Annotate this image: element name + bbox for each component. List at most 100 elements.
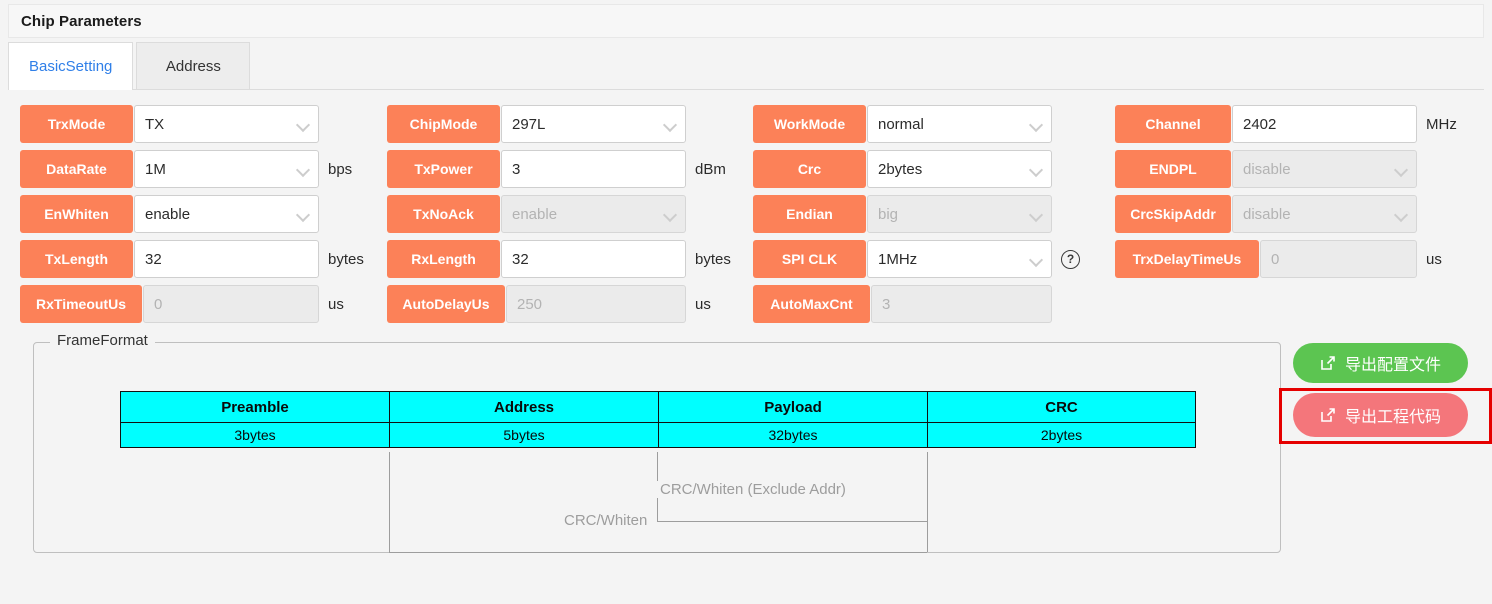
field-trxdelaytimeus-unit: us xyxy=(1426,250,1442,268)
field-txpower-input[interactable]: 3 xyxy=(501,150,686,188)
field-rxlength: RxLength 32 bytes xyxy=(387,240,731,278)
field-workmode: WorkMode normal xyxy=(753,105,1052,143)
frameformat-size-crc: 2bytes xyxy=(927,422,1196,448)
chevron-down-icon xyxy=(1030,163,1043,176)
field-workmode-value: normal xyxy=(878,115,924,133)
field-spiclk-value: 1MHz xyxy=(878,250,918,268)
field-datarate-select[interactable]: 1M xyxy=(134,150,319,188)
frameformat-size-preamble: 3bytes xyxy=(120,422,390,448)
frameformat-col-crc: CRC xyxy=(927,391,1196,423)
field-chipmode: ChipMode 297L xyxy=(387,105,686,143)
field-crc-select[interactable]: 2bytes xyxy=(867,150,1052,188)
field-spiclk: SPI CLK 1MHz ? xyxy=(753,240,1080,278)
field-txnoack-select[interactable]: enable xyxy=(501,195,686,233)
tab-basicsetting[interactable]: BasicSetting xyxy=(8,42,134,90)
field-automaxcnt-input[interactable]: 3 xyxy=(871,285,1052,323)
tab-address-label: Address xyxy=(165,57,221,75)
frameformat-size-address: 5bytes xyxy=(389,422,659,448)
field-rxtimeoutus-unit: us xyxy=(328,295,344,313)
field-crc-label: Crc xyxy=(753,150,866,188)
field-txlength-label: TxLength xyxy=(20,240,133,278)
field-rxlength-value: 32 xyxy=(512,250,529,268)
export-config-button[interactable]: 导出配置文件 xyxy=(1293,343,1468,383)
export-icon xyxy=(1320,355,1336,371)
field-trxmode-select[interactable]: TX xyxy=(134,105,319,143)
field-rxtimeoutus-label: RxTimeoutUs xyxy=(20,285,142,323)
frameformat-table: Preamble Address Payload CRC 3bytes 5byt… xyxy=(120,391,1196,448)
field-enwhiten-select[interactable]: enable xyxy=(134,195,319,233)
tab-basicsetting-label: BasicSetting xyxy=(29,57,113,75)
field-crcskipaddr-select[interactable]: disable xyxy=(1232,195,1417,233)
export-code-button[interactable]: 导出工程代码 xyxy=(1293,393,1468,437)
field-autodelayus-value: 250 xyxy=(517,295,543,313)
field-channel-input[interactable]: 2402 xyxy=(1232,105,1417,143)
table-row-sizes: 3bytes 5bytes 32bytes 2bytes xyxy=(120,422,1196,448)
field-endian-value: big xyxy=(878,205,899,223)
page-title: Chip Parameters xyxy=(21,12,142,30)
field-txpower-value: 3 xyxy=(512,160,521,178)
chevron-down-icon xyxy=(1030,253,1043,266)
frameformat-col-address: Address xyxy=(389,391,659,423)
bracket-exclude-addr-right xyxy=(927,452,928,521)
chevron-down-icon xyxy=(1030,118,1043,131)
field-txnoack-value: enable xyxy=(512,205,558,223)
field-workmode-select[interactable]: normal xyxy=(867,105,1052,143)
bracket-label-crcwhiten: CRC/Whiten xyxy=(558,512,654,529)
field-endian-select[interactable]: big xyxy=(867,195,1052,233)
field-txlength-value: 32 xyxy=(145,250,162,268)
field-rxtimeoutus-input[interactable]: 0 xyxy=(143,285,319,323)
field-datarate-unit: bps xyxy=(328,160,353,178)
field-rxlength-input[interactable]: 32 xyxy=(501,240,686,278)
field-automaxcnt: AutoMaxCnt 3 xyxy=(753,285,1052,323)
field-txlength: TxLength 32 bytes xyxy=(20,240,364,278)
field-trxdelaytimeus-label: TrxDelayTimeUs xyxy=(1115,240,1259,278)
field-autodelayus-unit: us xyxy=(695,295,711,313)
bracket-crcwhiten-right xyxy=(927,521,928,552)
chevron-down-icon xyxy=(664,118,677,131)
field-autodelayus-input[interactable]: 250 xyxy=(506,285,686,323)
field-crc: Crc 2bytes xyxy=(753,150,1052,188)
export-code-button-label: 导出工程代码 xyxy=(1344,409,1441,426)
field-trxdelaytimeus-value: 0 xyxy=(1271,250,1280,268)
frameformat-group: FrameFormat Preamble Address Payload CRC… xyxy=(33,332,1281,553)
field-chipmode-value: 297L xyxy=(512,115,546,133)
chevron-down-icon xyxy=(1395,208,1408,221)
bracket-label-exclude-addr: CRC/Whiten (Exclude Addr) xyxy=(654,481,852,498)
field-txnoack: TxNoAck enable xyxy=(387,195,686,233)
help-icon[interactable]: ? xyxy=(1061,249,1080,269)
field-trxmode: TrxMode TX xyxy=(20,105,319,143)
field-workmode-label: WorkMode xyxy=(753,105,866,143)
field-rxtimeoutus: RxTimeoutUs 0 us xyxy=(20,285,344,323)
bracket-crcwhiten-bottom xyxy=(389,552,927,553)
field-autodelayus: AutoDelayUs 250 us xyxy=(387,285,711,323)
field-txlength-unit: bytes xyxy=(328,250,364,268)
field-trxdelaytimeus: TrxDelayTimeUs 0 us xyxy=(1115,240,1442,278)
field-rxlength-unit: bytes xyxy=(695,250,731,268)
panel-header: Chip Parameters xyxy=(8,4,1484,38)
field-txlength-input[interactable]: 32 xyxy=(134,240,319,278)
field-channel-label: Channel xyxy=(1115,105,1231,143)
chevron-down-icon xyxy=(297,208,310,221)
field-rxtimeoutus-value: 0 xyxy=(154,295,163,313)
field-spiclk-select[interactable]: 1MHz xyxy=(867,240,1052,278)
field-trxdelaytimeus-input[interactable]: 0 xyxy=(1260,240,1417,278)
frameformat-col-preamble: Preamble xyxy=(120,391,390,423)
field-enwhiten-label: EnWhiten xyxy=(20,195,133,233)
frameformat-size-payload: 32bytes xyxy=(658,422,928,448)
field-channel: Channel 2402 MHz xyxy=(1115,105,1457,143)
field-endpl-select[interactable]: disable xyxy=(1232,150,1417,188)
field-chipmode-label: ChipMode xyxy=(387,105,500,143)
table-row-header: Preamble Address Payload CRC xyxy=(120,391,1196,423)
chevron-down-icon xyxy=(1030,208,1043,221)
field-endpl-label: ENDPL xyxy=(1115,150,1231,188)
field-crc-value: 2bytes xyxy=(878,160,923,178)
field-chipmode-select[interactable]: 297L xyxy=(501,105,686,143)
field-rxlength-label: RxLength xyxy=(387,240,500,278)
field-crcskipaddr-label: CrcSkipAddr xyxy=(1115,195,1231,233)
tab-address[interactable]: Address xyxy=(136,42,251,89)
field-automaxcnt-label: AutoMaxCnt xyxy=(753,285,870,323)
chevron-down-icon xyxy=(297,118,310,131)
field-autodelayus-label: AutoDelayUs xyxy=(387,285,505,323)
field-channel-value: 2402 xyxy=(1243,115,1277,133)
field-crcskipaddr-value: disable xyxy=(1243,205,1291,223)
